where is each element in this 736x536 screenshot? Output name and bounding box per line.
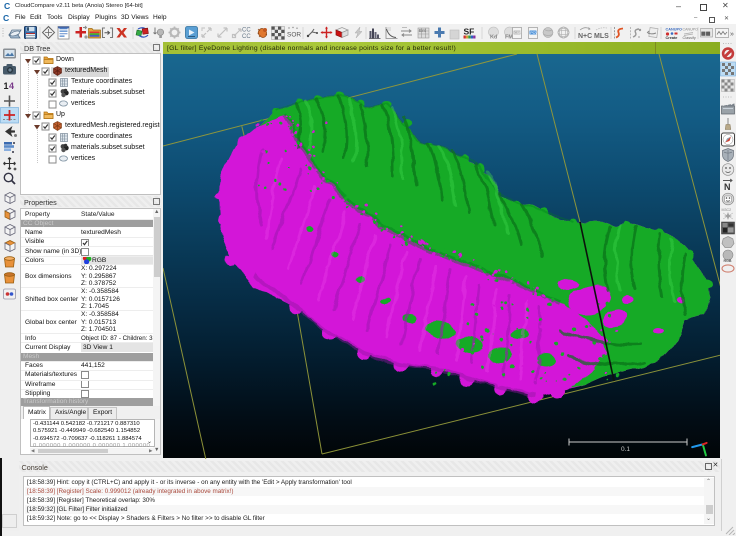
svg-text:»: » xyxy=(730,31,734,38)
svg-text:PCV: PCV xyxy=(530,31,538,35)
svg-text:4: 4 xyxy=(9,81,14,91)
svg-text:CSF: CSF xyxy=(514,31,522,35)
svg-text:SOR: SOR xyxy=(287,32,301,39)
svg-text:N: N xyxy=(724,182,731,192)
svg-text:▩▩: ▩▩ xyxy=(701,31,711,37)
svg-text:CANUPO: CANUPO xyxy=(683,28,699,32)
svg-text:RGB: RGB xyxy=(724,259,732,263)
svg-text:Ent: Ent xyxy=(419,28,427,33)
svg-text:FM: FM xyxy=(505,35,513,41)
svg-text:Create: Create xyxy=(666,36,678,40)
svg-text:Kd: Kd xyxy=(490,35,497,41)
svg-text:CANUPO: CANUPO xyxy=(666,28,683,32)
svg-text:0.1: 0.1 xyxy=(621,446,630,453)
svg-text:SF: SF xyxy=(464,27,475,37)
svg-text:1: 1 xyxy=(4,81,9,91)
svg-text:CC: CC xyxy=(242,28,251,34)
svg-text:Classify: Classify xyxy=(683,36,696,40)
svg-text:M3C2: M3C2 xyxy=(722,208,732,212)
svg-text:N+C: N+C xyxy=(578,33,592,40)
svg-text:CC: CC xyxy=(242,34,251,40)
svg-text:MLS: MLS xyxy=(594,33,609,40)
